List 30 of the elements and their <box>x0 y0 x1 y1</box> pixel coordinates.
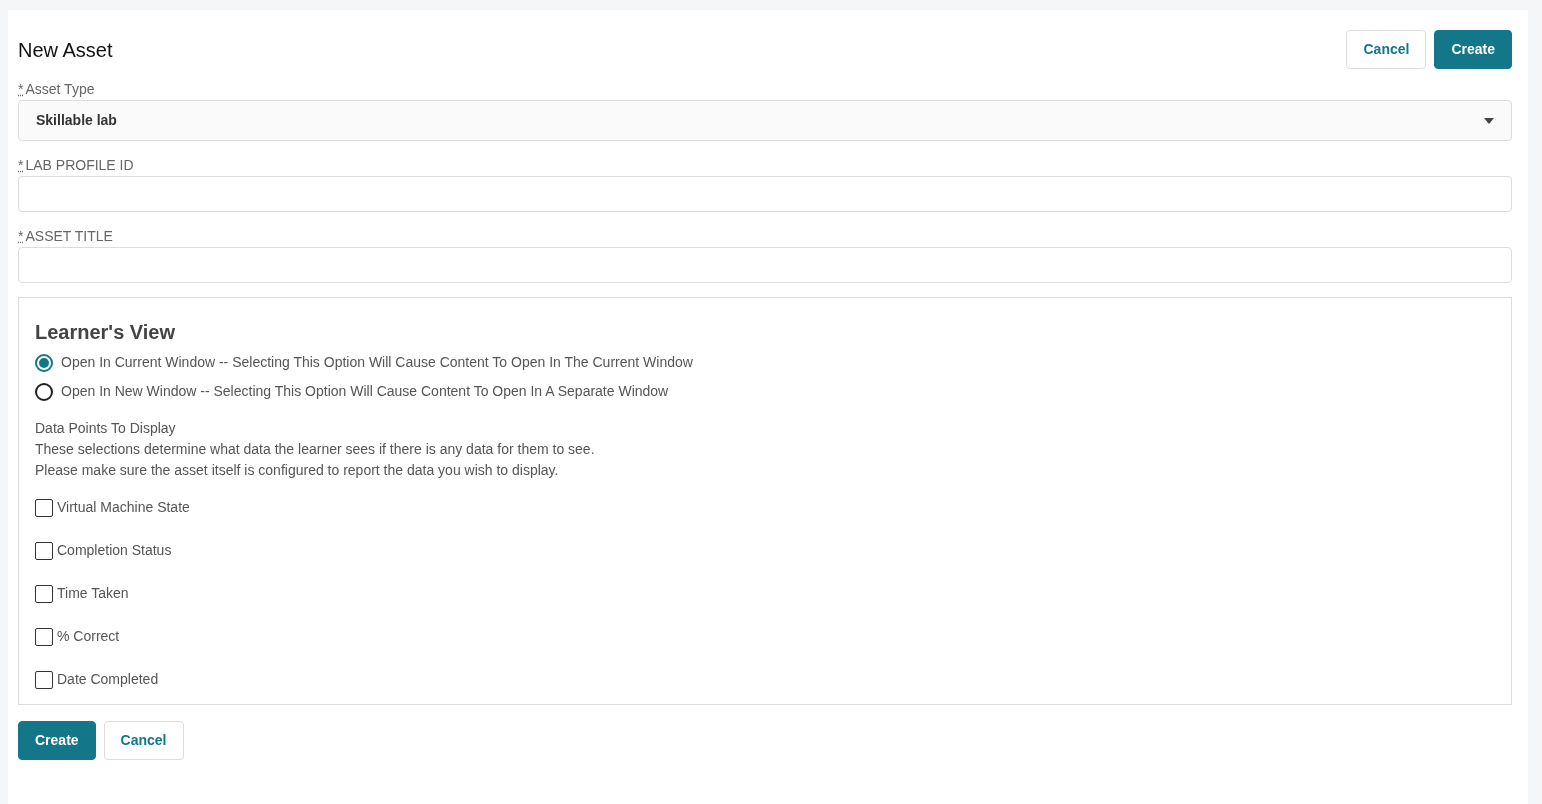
description-text: These selections determine what data the learner sees if there is any data for them to see. <box>35 440 596 459</box>
section-heading: Learner's View <box>35 320 177 344</box>
checkbox[interactable] <box>35 670 53 689</box>
page-title: New Asset <box>18 37 113 62</box>
data-points-title: Data Points To Display <box>35 419 177 438</box>
radio-label: Open In Current Window -- Selecting This Option Will Cause Content To Open In The Current Window <box>61 353 693 372</box>
checkbox[interactable] <box>35 627 53 646</box>
create-button[interactable]: Create <box>18 721 96 760</box>
text-input-field[interactable] <box>18 247 1512 283</box>
checkbox-label: Completion Status <box>57 541 172 560</box>
dropdown-field[interactable]: Skillable lab <box>18 100 1512 141</box>
checkbox-label: % Correct <box>57 627 120 646</box>
checkbox[interactable] <box>35 541 53 560</box>
field-label: *LAB PROFILE ID <box>18 156 134 174</box>
caret-icon <box>1484 117 1494 124</box>
field-label: *ASSET TITLE <box>18 227 113 245</box>
radio-button[interactable] <box>35 353 53 372</box>
checkbox-label: Time Taken <box>57 584 129 603</box>
radio-label: Open In New Window -- Selecting This Option Will Cause Content To Open In A Separate Window <box>61 382 669 401</box>
create-button[interactable]: Create <box>1434 30 1512 69</box>
checkbox-label: Virtual Machine State <box>57 498 190 517</box>
field-label: *Asset Type <box>18 80 95 98</box>
checkbox-label: Date Completed <box>57 670 159 689</box>
cancel-button[interactable]: Cancel <box>103 721 184 760</box>
cancel-button[interactable]: Cancel <box>1346 30 1427 69</box>
text-input-field[interactable] <box>18 176 1512 212</box>
description-text: Please make sure the asset itself is configured to report the data you wish to display. <box>35 461 560 480</box>
checkbox[interactable] <box>35 584 53 603</box>
radio-button[interactable] <box>35 382 53 401</box>
checkbox[interactable] <box>35 498 53 517</box>
